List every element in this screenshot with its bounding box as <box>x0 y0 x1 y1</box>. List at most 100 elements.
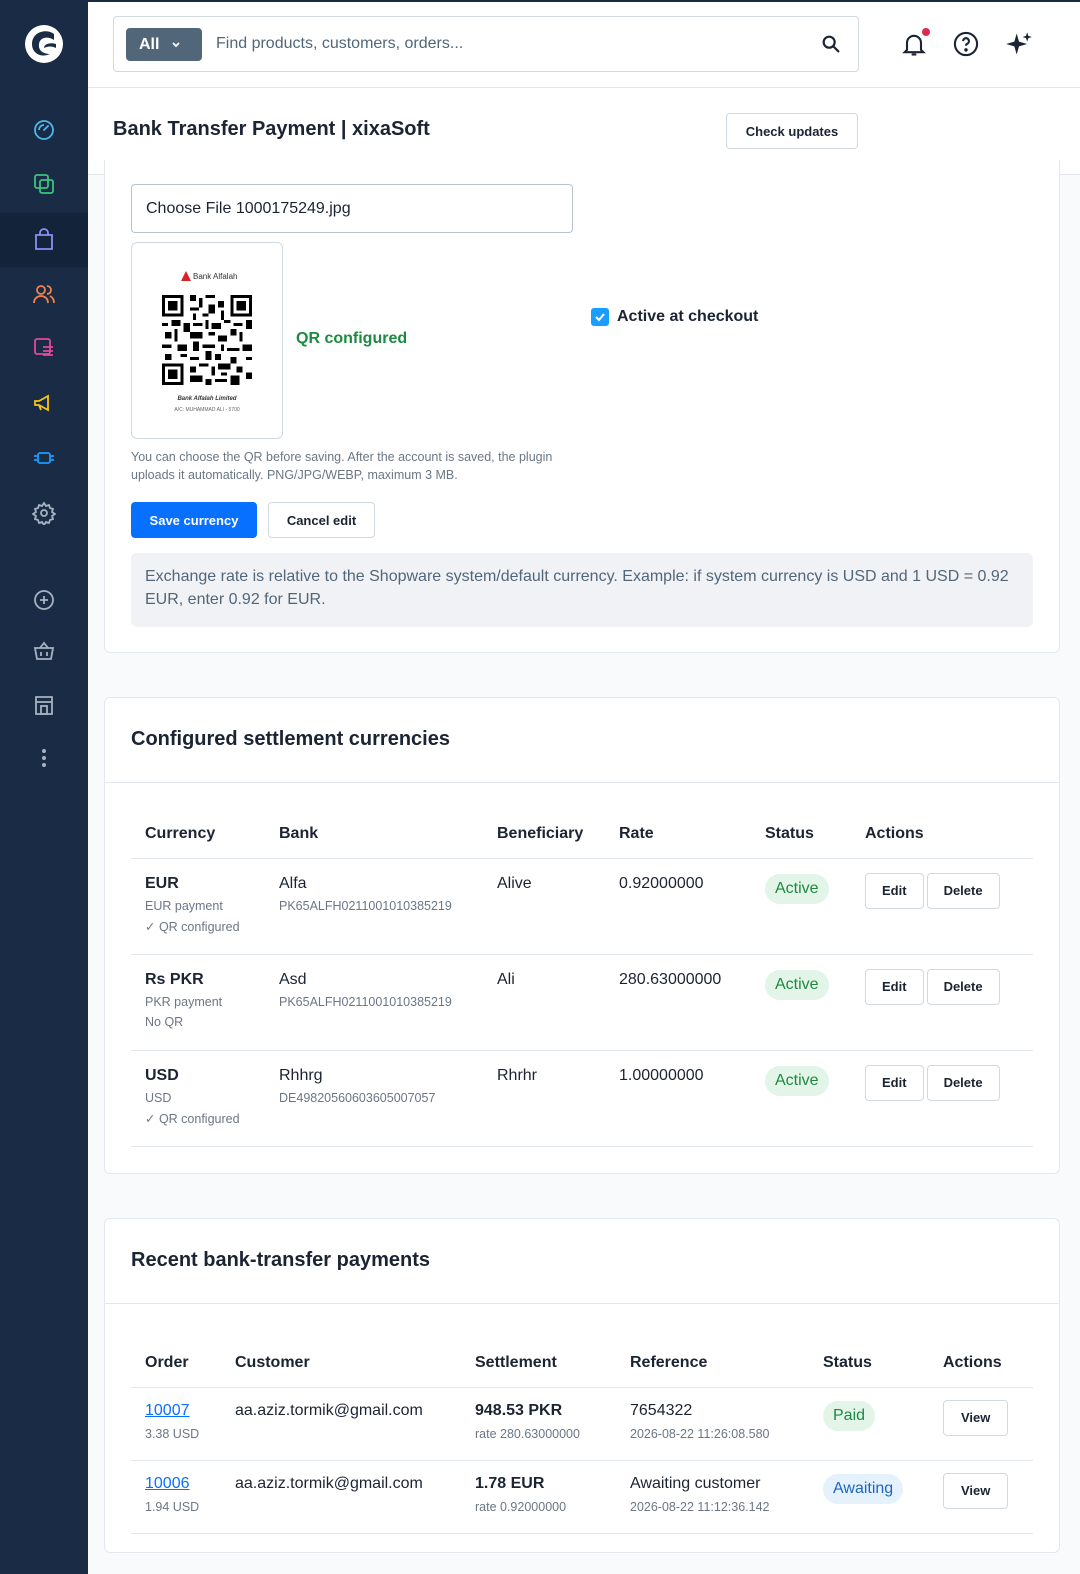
add-sales-channel-icon <box>34 590 54 610</box>
status-badge: Active <box>765 873 829 904</box>
nav-content[interactable] <box>0 321 88 375</box>
recent-payments-card: Recent bank-transfer payments Order Cust… <box>104 1218 1060 1553</box>
top-bar: All <box>88 0 1080 88</box>
column-header: Actions <box>851 810 1033 859</box>
delete-button[interactable]: Delete <box>926 1064 1000 1101</box>
checkbox-checked-icon[interactable] <box>591 308 609 326</box>
table-row: 10007 3.38 USD aa.aziz.tormik@gmail.com 9… <box>131 1387 1033 1461</box>
currencies-table: Currency Bank Beneficiary Rate Status Ac… <box>131 810 1033 1147</box>
column-header: Currency <box>131 810 265 859</box>
order-link[interactable]: 10006 <box>145 1475 221 1493</box>
timestamp: 2026-08-22 11:26:08.580 <box>630 1426 770 1441</box>
dashboard-icon <box>34 120 54 140</box>
nav-sales-channel-storefront[interactable] <box>0 678 88 732</box>
nav-extensions[interactable] <box>0 431 88 485</box>
column-header: Customer <box>221 1339 461 1388</box>
edit-button[interactable]: Edit <box>865 1064 924 1101</box>
nav-dashboard[interactable] <box>0 103 88 157</box>
divider <box>105 1303 1059 1304</box>
sidebar <box>0 0 88 1574</box>
qr-state: ✓ QR configured <box>145 1111 240 1126</box>
column-header: Bank <box>265 810 483 859</box>
nav-add-sales-channel[interactable] <box>0 573 88 627</box>
customer-email: aa.aziz.tormik@gmail.com <box>235 1401 423 1419</box>
column-header: Order <box>131 1339 221 1388</box>
nav-catalogues[interactable] <box>0 157 88 211</box>
basket-icon <box>33 641 55 660</box>
column-header: Settlement <box>461 1339 616 1388</box>
delete-button[interactable]: Delete <box>926 968 1000 1005</box>
currency-label: PKR payment <box>145 994 223 1009</box>
order-total: 1.94 USD <box>145 1499 200 1514</box>
nav-customers[interactable] <box>0 267 88 321</box>
card-title: Recent bank-transfer payments <box>131 1249 430 1271</box>
customer-email: aa.aziz.tormik@gmail.com <box>235 1474 423 1492</box>
currency-edit-card: Choose File 1000175249.jpg Bank Alfalah … <box>104 160 1060 653</box>
currency-code: EUR <box>145 874 179 892</box>
sparkle-icon[interactable] <box>1005 30 1033 58</box>
page-title: Bank Transfer Payment | xixaSoft <box>113 118 430 140</box>
global-search: All <box>113 16 859 72</box>
status-badge: Active <box>765 969 829 1000</box>
payments-table: Order Customer Settlement Reference Stat… <box>131 1339 1033 1534</box>
iban: PK65ALFH0211001010385219 <box>279 994 452 1009</box>
qr-code-image <box>162 295 252 385</box>
nav-more[interactable] <box>0 731 88 785</box>
beneficiary: Alive <box>497 874 532 892</box>
shopware-logo[interactable] <box>24 24 64 64</box>
beneficiary: Ali <box>497 970 515 988</box>
settlement-rate: rate 0.92000000 <box>475 1499 567 1514</box>
active-at-checkout-checkbox[interactable]: Active at checkout <box>591 308 758 326</box>
view-button[interactable]: View <box>943 1472 1009 1509</box>
edit-button[interactable]: Edit <box>865 968 924 1005</box>
nav-sales-channel-headless[interactable] <box>0 624 88 678</box>
nav-marketing[interactable] <box>0 376 88 430</box>
table-header-row: Order Customer Settlement Reference Stat… <box>131 1339 1033 1388</box>
table-row: USD USD ✓ QR configured Rhhrg DE49820560603… <box>131 1050 1033 1147</box>
delete-button[interactable]: Delete <box>926 872 1000 909</box>
settlement-amount: 948.53 PKR <box>475 1401 563 1419</box>
search-type-dropdown[interactable]: All <box>126 28 202 61</box>
rate: 280.63000000 <box>619 970 722 988</box>
edit-button[interactable]: Edit <box>865 872 924 909</box>
column-header: Rate <box>605 810 751 859</box>
nav-orders[interactable] <box>0 213 88 267</box>
table-row: Rs PKR PKR payment No QR Asd PK65ALFH021100… <box>131 954 1033 1051</box>
qr-file-input[interactable]: Choose File 1000175249.jpg <box>131 184 573 233</box>
rate: 0.92000000 <box>619 874 704 892</box>
marketing-icon <box>34 394 49 412</box>
check-updates-button[interactable]: Check updates <box>726 113 858 149</box>
qr-state: ✓ QR configured <box>145 919 240 934</box>
currency-label: USD <box>145 1090 172 1105</box>
table-row: 10006 1.94 USD aa.aziz.tormik@gmail.com 1… <box>131 1460 1033 1534</box>
help-icon[interactable] <box>952 30 980 58</box>
view-button[interactable]: View <box>943 1399 1009 1436</box>
storefront-icon <box>35 696 53 715</box>
qr-footer-account: A/C: MUHAMMAD ALI - 5700 <box>174 407 240 413</box>
qr-preview: Bank Alfalah Bank Alfalah Limited A/C: M… <box>131 242 283 439</box>
search-icon[interactable] <box>820 33 842 55</box>
table-row: EUR EUR payment ✓ QR configured Alfa PK65AL… <box>131 858 1033 955</box>
iban: PK65ALFH0211001010385219 <box>279 898 452 913</box>
table-header-row: Currency Bank Beneficiary Rate Status Ac… <box>131 810 1033 859</box>
exchange-rate-info: Exchange rate is relative to the Shopwar… <box>131 553 1033 627</box>
orders-icon <box>35 228 53 250</box>
bank-name: Asd <box>279 970 307 988</box>
nav-settings[interactable] <box>0 486 88 540</box>
bank-name: Rhhrg <box>279 1066 323 1084</box>
qr-upload-hint: You can choose the QR before saving. Aft… <box>131 450 553 482</box>
search-input[interactable] <box>216 29 796 59</box>
cancel-edit-button[interactable]: Cancel edit <box>268 502 375 538</box>
timestamp: 2026-08-22 11:12:36.142 <box>630 1499 770 1514</box>
search-type-label: All <box>139 35 160 53</box>
active-at-checkout-label: Active at checkout <box>617 308 759 325</box>
order-link[interactable]: 10007 <box>145 1402 221 1420</box>
content-icon <box>34 338 53 356</box>
status-badge: Awaiting <box>823 1473 904 1504</box>
settlement-amount: 1.78 EUR <box>475 1474 545 1492</box>
order-total: 3.38 USD <box>145 1426 200 1441</box>
column-header: Reference <box>616 1339 809 1388</box>
extensions-icon <box>34 452 54 464</box>
save-currency-button[interactable]: Save currency <box>131 502 257 538</box>
reference: 7654322 <box>630 1401 693 1419</box>
